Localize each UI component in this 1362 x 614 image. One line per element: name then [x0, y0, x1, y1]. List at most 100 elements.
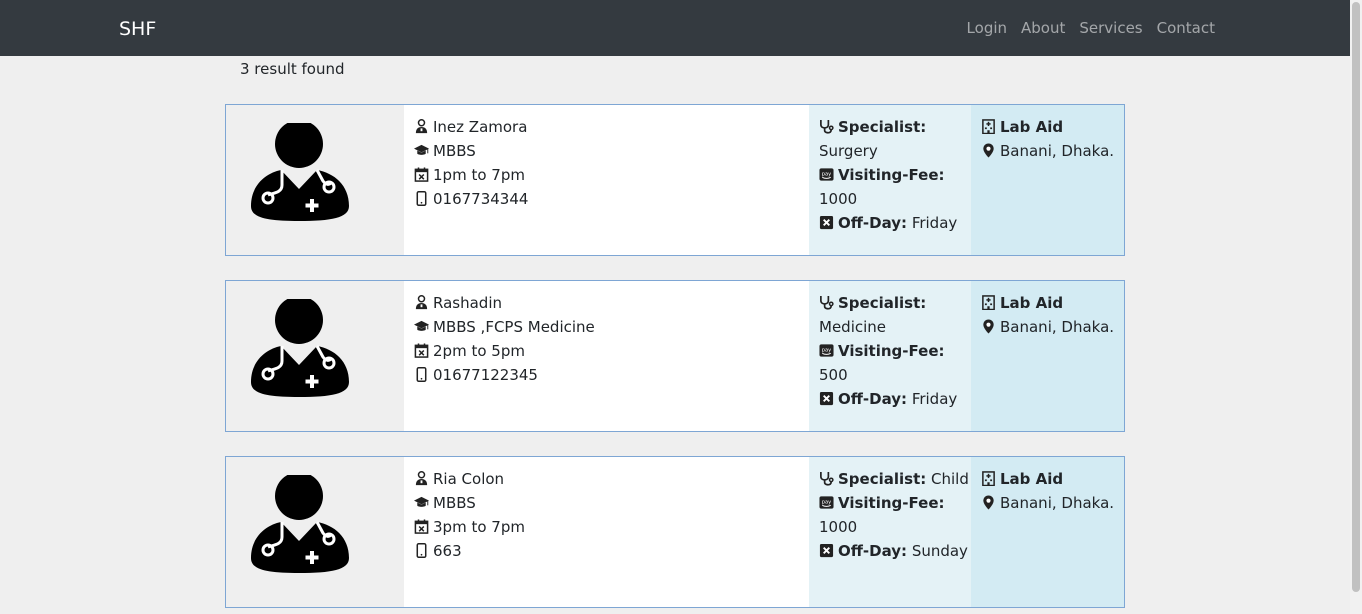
- location-column: Lab Aid Banani, Dhaka.: [971, 281, 1124, 431]
- mobile-phone-icon: [414, 191, 429, 206]
- stethoscope-icon: [819, 119, 834, 134]
- nav-services-link[interactable]: Services: [1072, 18, 1149, 38]
- doctor-avatar-icon: [251, 296, 351, 399]
- scrollbar-thumb[interactable]: [1352, 2, 1360, 592]
- doctor-avatar-icon: [251, 120, 351, 223]
- square-xmark-icon: [819, 543, 834, 558]
- page-scrollbar[interactable]: [1350, 0, 1362, 614]
- specialist-label: Specialist:: [838, 294, 927, 312]
- fee-value: 1000: [819, 190, 858, 208]
- fee-label: Visiting-Fee:: [838, 494, 945, 512]
- offday-row: Off-Day: Sunday: [819, 539, 968, 563]
- hospital-building-icon: [981, 119, 996, 134]
- offday-value: Friday: [911, 214, 958, 232]
- doctor-info-column: Inez Zamora MBBS 1pm to 7pm 0167734344: [404, 105, 809, 255]
- user-doctor-icon: [414, 295, 429, 310]
- fee-value: 1000: [819, 518, 858, 536]
- svg-text:pay: pay: [822, 171, 831, 177]
- graduation-cap-icon: [414, 319, 429, 334]
- location-row: Banani, Dhaka.: [981, 491, 1118, 515]
- doctor-degree: MBBS: [433, 142, 476, 160]
- nav-contact-link[interactable]: Contact: [1150, 18, 1222, 38]
- amazon-pay-icon: pay: [819, 495, 834, 510]
- user-doctor-icon: [414, 471, 429, 486]
- hospital-name: Lab Aid: [1000, 470, 1064, 488]
- fee-label: Visiting-Fee:: [838, 166, 945, 184]
- location-row: Banani, Dhaka.: [981, 139, 1118, 163]
- navbar: SHF Login About Services Contact: [0, 0, 1350, 56]
- hospital-building-icon: [981, 295, 996, 310]
- degree-row: MBBS ,FCPS Medicine: [414, 315, 803, 339]
- doctor-card[interactable]: Inez Zamora MBBS 1pm to 7pm 0167734344 Speci…: [225, 104, 1125, 256]
- offday-label: Off-Day:: [838, 214, 908, 232]
- doctor-info-column: Ria Colon MBBS 3pm to 7pm 663: [404, 457, 809, 607]
- fee-row: pay Visiting-Fee:: [819, 339, 965, 363]
- location-column: Lab Aid Banani, Dhaka.: [971, 105, 1124, 255]
- stethoscope-icon: [819, 471, 834, 486]
- doctor-name[interactable]: Rashadin: [433, 294, 502, 312]
- hospital-building-icon: [981, 471, 996, 486]
- hospital-location: Banani, Dhaka.: [1000, 494, 1115, 512]
- doctor-name-row: Rashadin: [414, 291, 803, 315]
- fee-row: pay Visiting-Fee:: [819, 163, 965, 187]
- offday-row: Off-Day: Friday: [819, 211, 965, 235]
- specialist-row: Specialist:: [819, 291, 965, 315]
- specialist-value: Medicine: [819, 318, 887, 336]
- location-row: Banani, Dhaka.: [981, 315, 1118, 339]
- amazon-pay-icon: pay: [819, 343, 834, 358]
- doctor-name[interactable]: Inez Zamora: [433, 118, 527, 136]
- doctor-degree: MBBS: [433, 494, 476, 512]
- hospital-row: Lab Aid: [981, 115, 1118, 139]
- fee-row: pay Visiting-Fee:: [819, 491, 965, 515]
- doctor-avatar-icon: [251, 472, 351, 575]
- map-marker-icon: [981, 143, 996, 158]
- amazon-pay-icon: pay: [819, 167, 834, 182]
- doctor-degree: MBBS ,FCPS Medicine: [433, 318, 595, 336]
- map-marker-icon: [981, 495, 996, 510]
- specialist-label: Specialist:: [838, 470, 927, 488]
- mobile-phone-icon: [414, 367, 429, 382]
- brand-logo[interactable]: SHF: [119, 17, 156, 41]
- doctor-info-column: Rashadin MBBS ,FCPS Medicine 2pm to 5pm 016…: [404, 281, 809, 431]
- doctor-card[interactable]: Rashadin MBBS ,FCPS Medicine 2pm to 5pm 016…: [225, 280, 1125, 432]
- visiting-time: 1pm to 7pm: [433, 166, 525, 184]
- offday-value: Sunday: [911, 542, 968, 560]
- hospital-name: Lab Aid: [1000, 118, 1064, 136]
- result-count: 3 result found: [240, 60, 345, 78]
- graduation-cap-icon: [414, 143, 429, 158]
- doctor-card[interactable]: Ria Colon MBBS 3pm to 7pm 663 Specialist: Ch…: [225, 456, 1125, 608]
- graduation-cap-icon: [414, 495, 429, 510]
- hospital-location: Banani, Dhaka.: [1000, 318, 1115, 336]
- degree-row: MBBS: [414, 491, 803, 515]
- time-row: 3pm to 7pm: [414, 515, 803, 539]
- calendar-xmark-icon: [414, 167, 429, 182]
- visiting-time: 3pm to 7pm: [433, 518, 525, 536]
- specialist-value: Child: [931, 470, 969, 488]
- time-row: 2pm to 5pm: [414, 339, 803, 363]
- svg-text:pay: pay: [822, 347, 831, 353]
- offday-label: Off-Day:: [838, 542, 908, 560]
- degree-row: MBBS: [414, 139, 803, 163]
- fee-label: Visiting-Fee:: [838, 342, 945, 360]
- hospital-row: Lab Aid: [981, 291, 1118, 315]
- specialist-row: Specialist: Child: [819, 467, 969, 491]
- mobile-phone-icon: [414, 543, 429, 558]
- specialist-label: Specialist:: [838, 118, 927, 136]
- square-xmark-icon: [819, 215, 834, 230]
- offday-label: Off-Day:: [838, 390, 908, 408]
- nav-links: Login About Services Contact: [960, 18, 1222, 38]
- fee-value: 500: [819, 366, 848, 384]
- doctor-name[interactable]: Ria Colon: [433, 470, 504, 488]
- nav-about-link[interactable]: About: [1014, 18, 1072, 38]
- phone-row: 663: [414, 539, 803, 563]
- svg-text:pay: pay: [822, 499, 831, 505]
- phone-number: 0167734344: [433, 190, 529, 208]
- hospital-row: Lab Aid: [981, 467, 1118, 491]
- specialist-row: Specialist:: [819, 115, 965, 139]
- nav-login-link[interactable]: Login: [960, 18, 1014, 38]
- offday-row: Off-Day: Friday: [819, 387, 965, 411]
- hospital-location: Banani, Dhaka.: [1000, 142, 1115, 160]
- calendar-xmark-icon: [414, 343, 429, 358]
- map-marker-icon: [981, 319, 996, 334]
- phone-row: 01677122345: [414, 363, 803, 387]
